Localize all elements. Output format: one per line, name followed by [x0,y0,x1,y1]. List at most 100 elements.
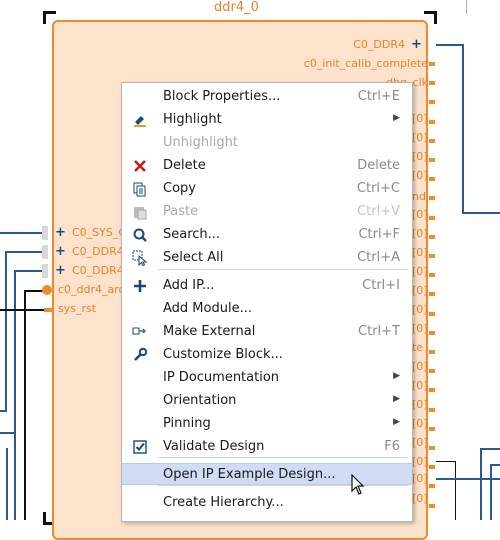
wire[interactable] [6,448,8,520]
wire[interactable] [455,461,456,520]
wire[interactable] [462,212,500,214]
wire[interactable] [480,448,482,520]
menu-item-label: Add IP... [163,278,215,293]
validate-icon [132,439,148,455]
wire[interactable] [480,448,500,450]
port-stub [42,245,48,259]
menu-item-delete[interactable]: Delete Delete [122,155,412,177]
wire[interactable] [14,270,45,272]
port-label[interactable]: [0] [412,112,428,125]
port-label[interactable]: C0_DDR4 [72,245,124,258]
make-external-icon [132,324,148,340]
highlight-icon [132,112,148,128]
wire[interactable] [0,309,45,311]
wire[interactable] [5,251,7,411]
menu-item-label: Validate Design [163,439,265,454]
clock-port-icon[interactable] [42,285,52,295]
expand-port-icon[interactable]: + [55,244,66,259]
expand-port-icon[interactable]: + [55,225,66,240]
wrench-icon [132,347,148,363]
menu-item-highlight[interactable]: Highlight ▶ [122,109,412,131]
wire[interactable] [5,251,45,253]
port-label[interactable]: [0] [412,436,428,449]
port-stub [429,446,435,450]
menu-item-label: Delete [163,158,206,173]
wire[interactable] [0,232,45,234]
wire [466,0,467,14]
menu-item-add-module[interactable]: Add Module... [122,298,412,320]
port-label[interactable]: [0] [412,169,428,182]
port-label[interactable]: c0_ddr4_aro [58,283,125,296]
menu-item-label: Open IP Example Design... [163,467,336,482]
port-label[interactable]: [0] [412,208,428,221]
port-label[interactable]: [0] [412,265,428,278]
menu-item-open-ip-example-design[interactable]: Open IP Example Design... [122,463,412,485]
port-label[interactable]: [0] [412,472,428,485]
wire[interactable] [0,410,7,412]
port-stub [429,215,435,220]
menu-item-label: Unhighlight [163,135,238,150]
port-label[interactable]: [0] [412,492,428,505]
port-label[interactable]: [0] [412,379,428,392]
port-stub [429,273,435,278]
menu-item-label: Search... [163,227,221,242]
menu-item-create-hierarchy[interactable]: Create Hierarchy... [122,492,412,514]
port-label[interactable]: C0_DDR4 [72,264,124,277]
port-label[interactable]: C0_DDR4 [353,38,405,51]
menu-item-pinning[interactable]: Pinning ▶ [122,413,412,435]
menu-item-select-all[interactable]: Select All Ctrl+A [122,247,412,269]
menu-item-paste: Paste Ctrl+V [122,201,412,223]
expand-port-icon[interactable]: + [411,37,422,52]
port-label[interactable]: [0] [412,227,428,240]
menu-item-shortcut: F6 [384,439,400,454]
menu-item-add-ip[interactable]: Add IP... Ctrl+I [122,275,412,297]
wire[interactable] [490,464,492,520]
port-label[interactable]: [0] [412,303,428,316]
menu-item-shortcut: Ctrl+I [362,278,400,293]
port-label[interactable]: [0] [412,322,428,335]
port-label[interactable]: nd [412,190,428,203]
port-label[interactable]: C0_SYS_C [72,226,126,239]
port-stub [429,196,435,201]
menu-item-make-external[interactable]: Make External Ctrl+T [122,321,412,343]
menu-item-shortcut: Ctrl+V [357,204,400,219]
port-stub [429,100,435,105]
wire[interactable] [436,461,456,462]
menu-item-label: IP Documentation [163,370,280,385]
menu-item-shortcut: Ctrl+C [356,181,400,196]
wire[interactable] [462,44,464,214]
port-label[interactable]: [0] [412,131,428,144]
wire[interactable] [0,432,14,434]
port-stub [429,484,435,489]
port-label[interactable]: [0] [412,455,428,468]
wire[interactable] [14,270,16,520]
menu-item-orientation[interactable]: Orientation ▶ [122,390,412,412]
port-stub [429,158,435,162]
block-title: ddr4_0 [214,0,259,15]
menu-item-label: Block Properties... [163,89,281,104]
block-diagram-canvas[interactable]: ddr4_0 C0_DDR4 + c0_init_calib_complete … [0,0,500,540]
port-stub [429,503,435,508]
menu-item-customize-block[interactable]: Customize Block... [122,344,412,366]
port-label[interactable]: [0] [412,284,428,297]
menu-item-copy[interactable]: Copy Ctrl+C [122,178,412,200]
menu-item-search[interactable]: Search... Ctrl+F [122,224,412,246]
menu-item-block-properties[interactable]: Block Properties... Ctrl+E [122,86,412,108]
port-label[interactable]: [0] [412,417,428,430]
menu-item-validate-design[interactable]: Validate Design F6 [122,436,412,458]
expand-port-icon[interactable]: + [55,263,66,278]
wire[interactable] [436,44,464,46]
port-label[interactable]: [0] [412,246,428,259]
search-icon [132,227,148,243]
menu-item-ip-documentation[interactable]: IP Documentation ▶ [122,367,412,389]
port-label[interactable]: sys_rst [58,302,96,315]
menu-item-label: Make External [163,324,256,339]
wire[interactable] [24,290,26,520]
port-label[interactable]: c0_init_calib_complete [304,57,428,70]
port-label[interactable]: [0] [412,360,428,373]
port-stub [429,138,435,143]
port-label[interactable]: te [412,341,428,354]
port-label[interactable]: [0] [412,150,428,163]
port-label[interactable]: [0] [412,398,428,411]
paste-icon [132,204,148,220]
